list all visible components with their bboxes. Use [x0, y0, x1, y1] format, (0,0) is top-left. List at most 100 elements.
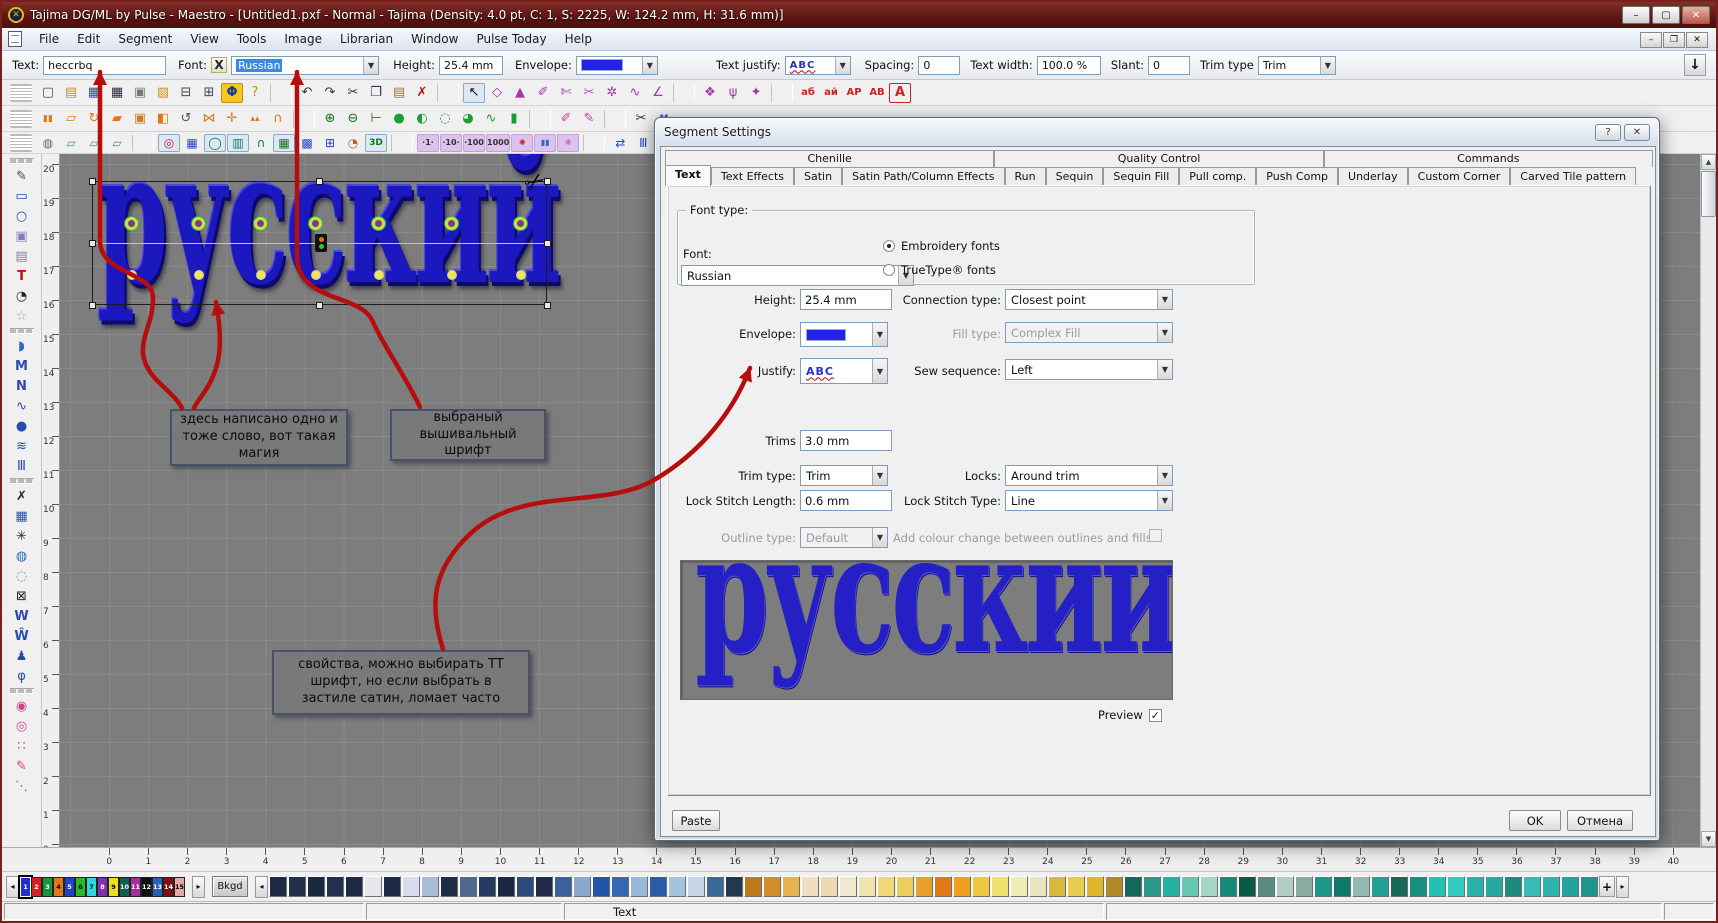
thread-color-swatch[interactable] — [345, 876, 363, 897]
thread-color-swatch[interactable] — [573, 876, 591, 897]
chevron-down-icon[interactable]: ▼ — [363, 57, 378, 74]
thread-color-swatch[interactable] — [592, 876, 610, 897]
thread-color-swatch[interactable] — [307, 876, 325, 897]
control-point[interactable] — [372, 217, 385, 230]
thread-color-swatch[interactable] — [1029, 876, 1047, 897]
kerning-upper-icon[interactable]: АР — [843, 83, 865, 103]
height-input[interactable]: 25.4 mm — [439, 56, 503, 75]
zoom-region-icon[interactable]: ◯ — [204, 134, 226, 152]
kerning-lower-icon[interactable]: аб — [797, 83, 819, 103]
thread-color-swatch[interactable] — [516, 876, 534, 897]
run-stitch-icon[interactable]: ∿ — [8, 396, 36, 416]
palette-scroll-left-button[interactable]: ◂ — [6, 876, 19, 898]
selection-handle[interactable] — [89, 302, 96, 309]
thread-color-swatch[interactable] — [1580, 876, 1598, 897]
fan-stitch-icon[interactable]: ◗ — [8, 336, 36, 356]
redo-icon[interactable]: ↷ — [319, 83, 341, 103]
thread-color-swatch[interactable] — [1048, 876, 1066, 897]
w-stitch-icon[interactable]: W — [8, 606, 36, 626]
selection-handle[interactable] — [89, 178, 96, 185]
sequin-multi-icon[interactable]: ∷ — [8, 736, 36, 756]
satin-view-icon[interactable]: ▥ — [227, 134, 249, 152]
density-map-icon[interactable]: ❋ — [557, 134, 579, 152]
palette-swatch[interactable]: 3 — [42, 877, 53, 897]
density-bars-icon[interactable]: ▮▮ — [534, 134, 556, 152]
thread-color-swatch[interactable] — [1409, 876, 1427, 897]
tab-run[interactable]: Run — [1005, 167, 1046, 186]
baseline-point[interactable] — [127, 270, 137, 280]
lamp-tool-icon[interactable]: φ — [8, 666, 36, 686]
duplicate-shape-icon[interactable]: ▱ — [60, 109, 82, 129]
swap-view-icon[interactable]: ⇄ — [609, 134, 631, 152]
thread-color-swatch[interactable] — [1333, 876, 1351, 897]
print-icon[interactable]: ⊟ — [175, 83, 197, 103]
select-tool-icon[interactable]: ↖ — [463, 83, 485, 103]
menu-image[interactable]: Image — [275, 29, 331, 49]
palette-swatch[interactable]: 12 — [141, 877, 152, 897]
copy-layer3-icon[interactable]: ▱ — [106, 134, 128, 152]
fence-fill-icon[interactable]: Ⅲ — [8, 456, 36, 476]
cross-stitch-icon[interactable]: ✗ — [8, 486, 36, 506]
thread-color-swatch[interactable] — [1124, 876, 1142, 897]
thread-color-swatch[interactable] — [1447, 876, 1465, 897]
thread-color-swatch[interactable] — [421, 876, 439, 897]
thread-color-swatch[interactable] — [1181, 876, 1199, 897]
thread-color-swatch[interactable] — [630, 876, 648, 897]
cut-icon[interactable]: ✂ — [342, 83, 364, 103]
thread-color-swatch[interactable] — [1561, 876, 1579, 897]
tab-carved-tile[interactable]: Carved Tile pattern — [1510, 167, 1636, 186]
sequin-fixed-icon[interactable]: ◎ — [8, 716, 36, 736]
envelope-select[interactable]: ▼ — [576, 56, 658, 75]
copy-layer2-icon[interactable]: ▱ — [83, 134, 105, 152]
fill-bean-icon[interactable]: ◕ — [457, 109, 479, 129]
thread-color-swatch[interactable] — [535, 876, 553, 897]
dialog-title-bar[interactable]: Segment Settings ? ✕ — [660, 118, 1654, 146]
mdi-minimize-button[interactable]: – — [1640, 32, 1662, 48]
control-point[interactable] — [192, 217, 205, 230]
font-select[interactable]: Russian▼ — [681, 265, 914, 286]
scroll-down-button[interactable]: ▼ — [1701, 831, 1716, 847]
close-button[interactable]: ✕ — [1682, 6, 1710, 24]
palette-swatch[interactable]: 5 — [64, 877, 75, 897]
thread-color-swatch[interactable] — [1219, 876, 1237, 897]
scrollbar-thumb[interactable] — [1701, 171, 1716, 217]
baseline-point[interactable] — [256, 270, 266, 280]
save-all-icon[interactable]: ▦ — [106, 83, 128, 103]
palette-swatch[interactable]: 11 — [130, 877, 141, 897]
thread-color-swatch[interactable] — [554, 876, 572, 897]
insert-image-icon[interactable]: ▣ — [8, 226, 36, 246]
mirror-vertical-icon[interactable]: ⋈ — [198, 109, 220, 129]
chevron-down-icon[interactable]: ▼ — [642, 57, 657, 74]
autodigitize-icon[interactable]: ✦ — [745, 83, 767, 103]
rotate-icon[interactable]: ↺ — [175, 109, 197, 129]
thread-color-swatch[interactable] — [1257, 876, 1275, 897]
knife-tool-icon[interactable]: ✄ — [555, 83, 577, 103]
origin-view-icon[interactable]: ◎ — [158, 134, 180, 152]
thread-color-swatch[interactable] — [1542, 876, 1560, 897]
thread-color-swatch[interactable] — [383, 876, 401, 897]
rotate-copy-icon[interactable]: ↻ — [83, 109, 105, 129]
grid-snap-icon[interactable]: ▦ — [273, 134, 295, 152]
background-color-button[interactable]: Bkgd — [212, 876, 248, 897]
selection-handle[interactable] — [544, 240, 551, 247]
slice-tool-icon[interactable]: ✂ — [578, 83, 600, 103]
chevron-down-icon[interactable]: ▼ — [835, 57, 850, 74]
tab-satin-path[interactable]: Satin Path/Column Effects — [842, 167, 1004, 186]
thread-color-swatch[interactable] — [1105, 876, 1123, 897]
rectangle-tool-icon[interactable]: ▭ — [8, 186, 36, 206]
new-design-icon[interactable]: ▢ — [37, 83, 59, 103]
thread-color-swatch[interactable] — [1352, 876, 1370, 897]
control-point[interactable] — [514, 217, 527, 230]
dialog-close-button[interactable]: ✕ — [1624, 124, 1650, 141]
stitch-select-10-icon[interactable]: ·10· — [440, 134, 462, 152]
thread-color-swatch[interactable] — [497, 876, 515, 897]
stitch-points-icon[interactable]: ✺ — [511, 134, 533, 152]
help-icon[interactable]: ? — [244, 83, 266, 103]
thread-color-swatch[interactable] — [934, 876, 952, 897]
thread-color-swatch[interactable] — [991, 876, 1009, 897]
stitch-draw-icon[interactable]: ✎ — [578, 109, 600, 129]
lock-stitch-type-select[interactable]: Line▼ — [1005, 490, 1173, 511]
thread-color-swatch[interactable] — [896, 876, 914, 897]
tab-custom-corner[interactable]: Custom Corner — [1408, 167, 1511, 186]
tab-satin[interactable]: Satin — [794, 167, 842, 186]
